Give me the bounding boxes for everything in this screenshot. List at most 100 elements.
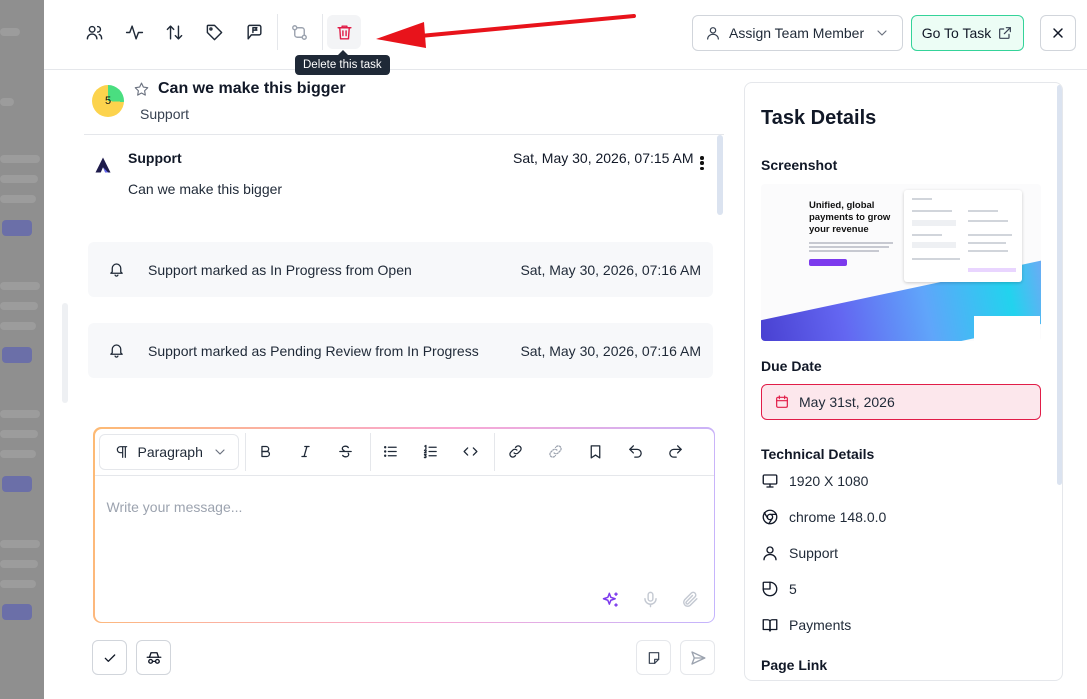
activity-event: Support marked as In Progress from Open …	[88, 242, 713, 297]
attach-button[interactable]	[680, 589, 702, 611]
browser-value: chrome 148.0.0	[789, 509, 887, 525]
chevron-down-icon	[877, 30, 887, 36]
tag-button[interactable]	[197, 15, 231, 49]
background-line	[0, 540, 40, 548]
merge-button[interactable]	[282, 15, 316, 49]
reporter-value: Support	[789, 545, 839, 561]
incognito-button[interactable]	[136, 640, 171, 675]
mark-complete-button[interactable]	[92, 640, 127, 675]
bookmark-button[interactable]	[582, 438, 610, 466]
assign-team-member-dropdown[interactable]: Assign Team Member	[692, 15, 903, 51]
toolbar-divider	[244, 432, 246, 471]
italic-button[interactable]	[292, 438, 320, 466]
activity-icon	[125, 24, 143, 40]
close-button[interactable]	[1040, 15, 1076, 51]
annotation-arrow-icon	[376, 14, 636, 48]
details-scrollbar[interactable]	[1057, 85, 1062, 485]
chevron-down-icon	[214, 448, 225, 455]
background-line	[0, 580, 36, 588]
message-author: Support	[128, 150, 182, 166]
bullet-list-icon	[383, 446, 397, 457]
paragraph-format-select[interactable]: Paragraph	[98, 433, 239, 470]
flag-button[interactable]	[237, 15, 271, 49]
strikethrough-icon	[339, 445, 352, 458]
external-link-icon	[999, 27, 1012, 39]
event-time: Sat, May 30, 2026, 07:16 AM	[520, 342, 701, 359]
background-line	[0, 322, 36, 330]
unlink-icon	[549, 445, 562, 458]
toolbar-divider	[369, 432, 371, 471]
reporter-row: Support	[761, 544, 838, 562]
priority-row: 5	[761, 580, 797, 598]
background-line	[0, 410, 40, 418]
chrome-icon	[762, 509, 778, 525]
task-toolbar: Delete this task Assign Team Member Go T…	[44, 0, 1087, 75]
technical-details-heading: Technical Details	[761, 446, 875, 462]
close-icon	[1053, 28, 1063, 38]
numbered-list-button[interactable]	[417, 438, 445, 466]
pie-priority-icon	[762, 581, 778, 597]
assign-label: Assign Team Member	[729, 25, 865, 41]
strikethrough-button[interactable]	[332, 438, 360, 466]
priority-value: 5	[789, 581, 797, 597]
conversation-scrollbar[interactable]	[717, 135, 723, 215]
check-icon	[104, 653, 115, 662]
screenshot-thumbnail[interactable]: Unified, global payments to grow your re…	[761, 184, 1041, 341]
activity-button[interactable]	[117, 15, 151, 49]
code-button[interactable]	[457, 438, 485, 466]
screenshot-checkout-card	[904, 190, 1022, 282]
redo-button[interactable]	[662, 438, 690, 466]
link-button[interactable]	[502, 438, 530, 466]
due-date-heading: Due Date	[761, 358, 822, 374]
editor-toolbar: Paragraph	[94, 429, 714, 476]
more-options-icon[interactable]	[697, 154, 707, 172]
send-button[interactable]	[680, 640, 715, 675]
category-row: Payments	[761, 616, 851, 634]
event-time: Sat, May 30, 2026, 07:16 AM	[520, 261, 701, 278]
background-line	[0, 430, 38, 438]
undo-button[interactable]	[622, 438, 650, 466]
bold-icon	[261, 445, 271, 458]
resolution-row: 1920 X 1080	[761, 472, 868, 490]
user-icon	[707, 27, 719, 40]
sort-button[interactable]	[157, 15, 191, 49]
paperclip-icon	[683, 591, 698, 607]
microphone-button[interactable]	[640, 589, 662, 611]
numbered-list-icon	[423, 444, 437, 459]
screenshot-heading: Screenshot	[761, 157, 838, 173]
users-icon	[86, 25, 102, 40]
monitor-icon	[762, 474, 778, 488]
background-app	[0, 0, 44, 699]
bell-icon	[110, 263, 123, 277]
bold-button[interactable]	[252, 438, 280, 466]
ai-sparkle-button[interactable]	[600, 589, 622, 611]
delete-task-button[interactable]	[327, 15, 361, 49]
link-icon	[509, 445, 522, 458]
background-chip	[2, 220, 32, 236]
assignees-button[interactable]	[77, 15, 111, 49]
undo-icon	[629, 445, 642, 458]
background-line	[0, 302, 38, 310]
background-line	[0, 282, 40, 290]
message-flag-icon	[246, 24, 262, 40]
note-button[interactable]	[636, 640, 671, 675]
screenshot-headline: Unified, global payments to grow your re…	[809, 200, 891, 235]
book-open-icon	[762, 619, 778, 632]
star-icon[interactable]	[133, 81, 150, 98]
side-scrollbar[interactable]	[62, 303, 68, 403]
activity-event: Support marked as Pending Review from In…	[88, 323, 713, 378]
toolbar-divider	[277, 14, 278, 50]
background-line	[0, 28, 20, 36]
message-input[interactable]: Write your message...	[107, 499, 243, 515]
unlink-button[interactable]	[542, 438, 570, 466]
task-title: Can we make this bigger	[158, 80, 346, 97]
trash-icon	[336, 24, 352, 40]
sticky-note-icon	[648, 651, 659, 664]
go-to-task-button[interactable]: Go To Task	[911, 15, 1024, 51]
bullet-list-button[interactable]	[377, 438, 405, 466]
bell-icon	[110, 344, 123, 358]
background-line	[0, 155, 40, 163]
due-date-value: May 31st, 2026	[799, 394, 895, 410]
due-date-field[interactable]: May 31st, 2026	[761, 384, 1041, 420]
calendar-icon	[776, 395, 788, 408]
